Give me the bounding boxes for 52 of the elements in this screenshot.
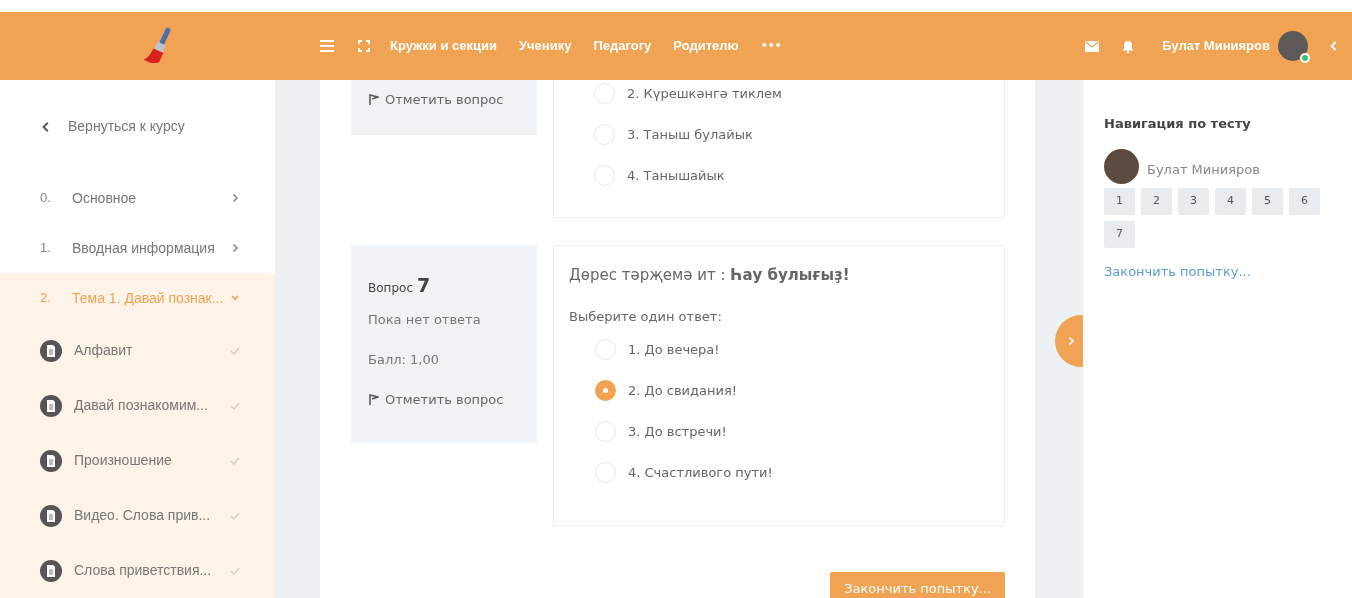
question-number-button[interactable]: 3 <box>1178 187 1209 215</box>
document-icon <box>40 339 62 362</box>
finish-attempt-link[interactable]: Закончить попытку... <box>1104 261 1352 281</box>
chevron-icon <box>230 243 240 253</box>
section-item[interactable]: 1. Вводная информация <box>0 223 275 273</box>
section-item[interactable]: 0. Основное <box>0 173 275 223</box>
menu-icon[interactable] <box>320 40 334 52</box>
avatar[interactable] <box>1278 31 1308 61</box>
flag-question-link[interactable]: Отметить вопрос <box>385 389 504 409</box>
activity-item[interactable]: Слова приветствия... <box>0 543 275 598</box>
document-icon <box>40 559 62 582</box>
activity-item[interactable]: Давай познакомим... <box>0 378 275 433</box>
chevron-icon <box>230 193 240 203</box>
back-to-course-link[interactable]: Вернуться к курсу <box>68 116 185 137</box>
instruction-text: Выберите один ответ: <box>569 307 723 326</box>
question-number: 7 <box>417 273 431 298</box>
question-number-button[interactable]: 6 <box>1289 187 1320 215</box>
answer-option: 3. До встречи! <box>628 421 727 442</box>
flag-question-link[interactable]: Отметить вопрос <box>385 90 504 110</box>
activity-item[interactable]: Алфавит <box>0 323 275 378</box>
panel-title: Навигация по тесту <box>1104 115 1252 133</box>
mail-icon[interactable] <box>1085 40 1100 52</box>
document-icon <box>40 449 62 472</box>
document-icon <box>40 504 62 527</box>
answer-option: 1. До вечера! <box>628 339 720 360</box>
expand-panel-button[interactable] <box>1055 315 1083 367</box>
radio-button[interactable] <box>595 380 616 401</box>
flag-icon <box>368 392 379 406</box>
answer-option: 4. Танышайык <box>627 165 725 186</box>
question-number-button[interactable]: 7 <box>1104 220 1135 248</box>
score-text: Балл: 1,00 <box>368 351 440 369</box>
flag-icon <box>368 93 379 107</box>
chevron-right-icon <box>1066 336 1076 346</box>
answer-option: 2. Күрешкәнгә тиклем <box>627 83 782 104</box>
document-icon <box>40 394 62 417</box>
question-number-button[interactable]: 5 <box>1252 187 1283 215</box>
question-label: Вопрос <box>368 280 413 297</box>
answer-option: 3. Таныш булайык <box>627 124 753 145</box>
answer-status: Пока нет ответа <box>368 310 482 329</box>
activity-item[interactable]: Видео. Слова прив... <box>0 488 275 543</box>
question-number-button[interactable]: 2 <box>1141 187 1172 215</box>
chevron-icon <box>230 293 240 303</box>
fullscreen-icon[interactable] <box>358 40 370 52</box>
question-number-button[interactable]: 4 <box>1215 187 1246 215</box>
user-name: Булат Минияров <box>1147 161 1260 180</box>
question-prompt: Дөрес тәрҗемә ит : Һау булығыҙ! <box>569 265 851 286</box>
avatar <box>1104 148 1139 184</box>
answer-option: 4. Счастливого пути! <box>628 462 773 483</box>
activity-item[interactable]: Произношение <box>0 433 275 488</box>
question-number-button[interactable]: 1 <box>1104 187 1135 215</box>
bell-icon[interactable] <box>1122 39 1135 53</box>
answer-option: 2. До свидания! <box>628 380 737 401</box>
